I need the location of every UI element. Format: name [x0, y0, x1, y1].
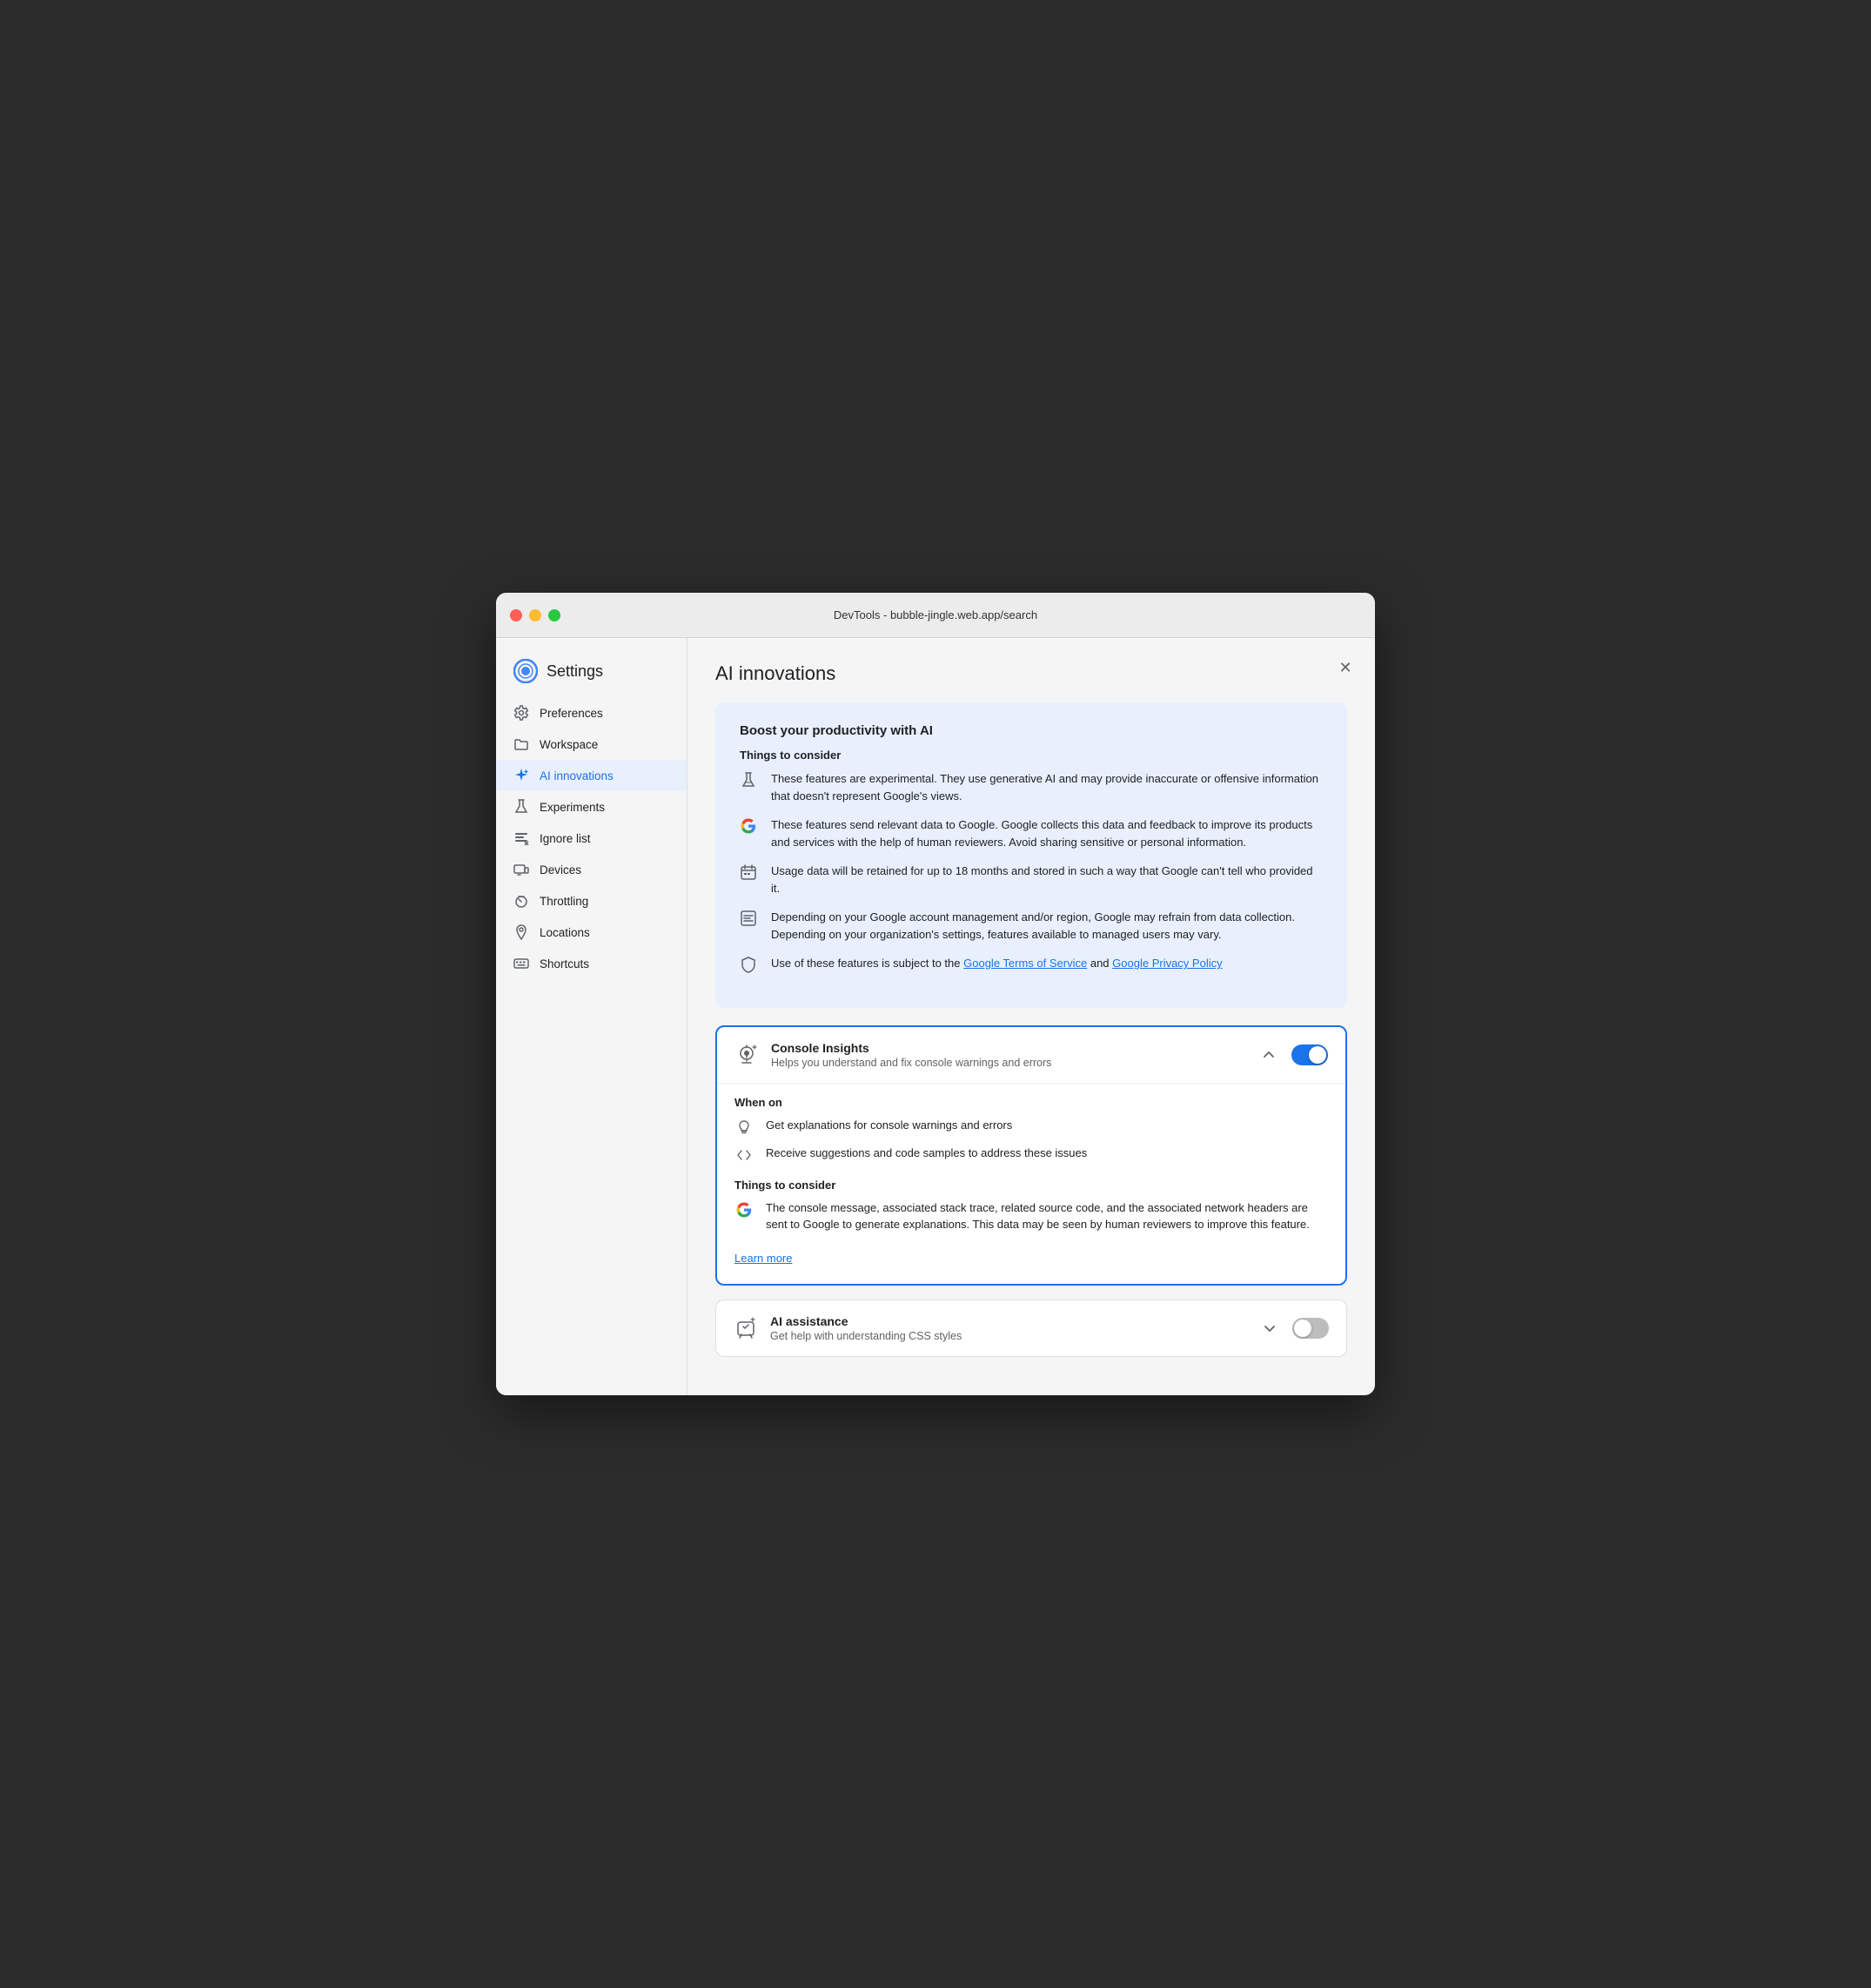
when-on-item-1: Get explanations for console warnings an… — [734, 1118, 1328, 1137]
bulb-icon — [734, 1118, 754, 1137]
info-item-4-text: Depending on your Google account managem… — [771, 909, 1323, 943]
console-insights-controls — [1257, 1043, 1328, 1067]
sparkle-icon — [513, 768, 529, 783]
experiments-label: Experiments — [540, 801, 605, 814]
ignore-list-label: Ignore list — [540, 832, 591, 845]
main-content: ✕ AI innovations Boost your productivity… — [687, 638, 1375, 1394]
ai-assistance-toggle-thumb — [1294, 1320, 1311, 1337]
devtools-window: DevTools - bubble-jingle.web.app/search … — [496, 593, 1375, 1394]
page-title: AI innovations — [715, 662, 1347, 685]
ai-assistance-icon — [734, 1316, 758, 1340]
sidebar-item-experiments[interactable]: Experiments — [496, 791, 687, 823]
shortcuts-label: Shortcuts — [540, 957, 589, 970]
learn-more-link[interactable]: Learn more — [734, 1252, 792, 1265]
content-area: Settings Preferences — [496, 638, 1375, 1394]
info-box: Boost your productivity with AI Things t… — [715, 702, 1347, 1008]
settings-logo — [513, 659, 538, 683]
things-item-1: The console message, associated stack tr… — [734, 1200, 1328, 1232]
workspace-label: Workspace — [540, 738, 598, 751]
info-box-title: Boost your productivity with AI — [740, 723, 1323, 738]
sidebar-header: Settings — [496, 652, 687, 697]
privacy-link[interactable]: Google Privacy Policy — [1112, 957, 1222, 970]
console-insights-title-group: Console Insights Helps you understand an… — [771, 1041, 1244, 1069]
console-insights-card: Console Insights Helps you understand an… — [715, 1025, 1347, 1285]
info-item-1-text: These features are experimental. They us… — [771, 770, 1323, 804]
folder-icon — [513, 736, 529, 752]
ai-assistance-title-group: AI assistance Get help with understandin… — [770, 1314, 1245, 1342]
throttling-label: Throttling — [540, 895, 588, 908]
devices-label: Devices — [540, 863, 581, 876]
window-title: DevTools - bubble-jingle.web.app/search — [834, 608, 1037, 621]
console-insights-title: Console Insights — [771, 1041, 1244, 1055]
when-on-text-1: Get explanations for console warnings an… — [766, 1118, 1012, 1133]
experiment-icon — [740, 771, 759, 790]
console-insights-toggle[interactable] — [1291, 1044, 1328, 1065]
sidebar-item-workspace[interactable]: Workspace — [496, 729, 687, 760]
titlebar: DevTools - bubble-jingle.web.app/search — [496, 593, 1375, 638]
things-text-1: The console message, associated stack tr… — [766, 1200, 1328, 1232]
ai-assistance-title: AI assistance — [770, 1314, 1245, 1328]
console-insights-expanded: When on Get explanations for console war… — [717, 1083, 1345, 1283]
console-insights-collapse[interactable] — [1257, 1043, 1281, 1067]
ai-assistance-subtitle: Get help with understanding CSS styles — [770, 1330, 1245, 1342]
close-button[interactable]: ✕ — [1333, 655, 1358, 680]
info-item-3-text: Usage data will be retained for up to 18… — [771, 863, 1323, 897]
console-insights-toggle-thumb — [1309, 1046, 1326, 1064]
flask-icon — [513, 799, 529, 815]
calendar-icon — [740, 863, 759, 883]
ignore-icon — [513, 830, 529, 846]
ai-assistance-toggle[interactable] — [1292, 1318, 1329, 1339]
console-insights-icon — [734, 1043, 759, 1067]
list-icon — [740, 910, 759, 929]
ai-assistance-controls — [1257, 1316, 1329, 1340]
terms-link[interactable]: Google Terms of Service — [963, 957, 1087, 970]
when-on-title: When on — [734, 1096, 1328, 1109]
ai-assistance-header: AI assistance Get help with understandin… — [716, 1300, 1346, 1356]
console-insights-header: Console Insights Helps you understand an… — [717, 1027, 1345, 1083]
traffic-lights — [510, 609, 560, 621]
when-on-item-2: Receive suggestions and code samples to … — [734, 1145, 1328, 1165]
google-g-icon — [740, 817, 759, 836]
info-box-subtitle: Things to consider — [740, 749, 1323, 762]
locations-label: Locations — [540, 926, 590, 939]
sidebar-title: Settings — [547, 662, 603, 681]
sidebar-item-ai-innovations[interactable]: AI innovations — [496, 760, 687, 791]
ai-assistance-expand[interactable] — [1257, 1316, 1282, 1340]
sidebar-item-shortcuts[interactable]: Shortcuts — [496, 948, 687, 979]
sidebar-item-devices[interactable]: Devices — [496, 854, 687, 885]
info-item-4: Depending on your Google account managem… — [740, 909, 1323, 943]
keyboard-icon — [513, 956, 529, 971]
sidebar-item-locations[interactable]: Locations — [496, 917, 687, 948]
sidebar: Settings Preferences — [496, 638, 687, 1394]
info-item-5: Use of these features is subject to the … — [740, 955, 1323, 975]
info-item-2: These features send relevant data to Goo… — [740, 816, 1323, 850]
gear-icon — [513, 705, 529, 721]
preferences-label: Preferences — [540, 707, 603, 720]
info-item-2-text: These features send relevant data to Goo… — [771, 816, 1323, 850]
info-item-5-text: Use of these features is subject to the … — [771, 955, 1223, 972]
fullscreen-traffic-light[interactable] — [548, 609, 560, 621]
pin-icon — [513, 924, 529, 940]
things-title: Things to consider — [734, 1179, 1328, 1192]
minimize-traffic-light[interactable] — [529, 609, 541, 621]
sidebar-item-ignore-list[interactable]: Ignore list — [496, 823, 687, 854]
devices-icon — [513, 862, 529, 877]
google-g-icon-2 — [734, 1200, 754, 1219]
ai-innovations-label: AI innovations — [540, 769, 614, 782]
info-item-3: Usage data will be retained for up to 18… — [740, 863, 1323, 897]
sidebar-item-preferences[interactable]: Preferences — [496, 697, 687, 729]
console-insights-subtitle: Helps you understand and fix console war… — [771, 1057, 1244, 1069]
shield-icon — [740, 956, 759, 975]
info-item-1: These features are experimental. They us… — [740, 770, 1323, 804]
throttle-icon — [513, 893, 529, 909]
sidebar-item-throttling[interactable]: Throttling — [496, 885, 687, 917]
close-traffic-light[interactable] — [510, 609, 522, 621]
code-brackets-icon — [734, 1145, 754, 1165]
ai-assistance-card: AI assistance Get help with understandin… — [715, 1300, 1347, 1357]
when-on-text-2: Receive suggestions and code samples to … — [766, 1145, 1087, 1161]
